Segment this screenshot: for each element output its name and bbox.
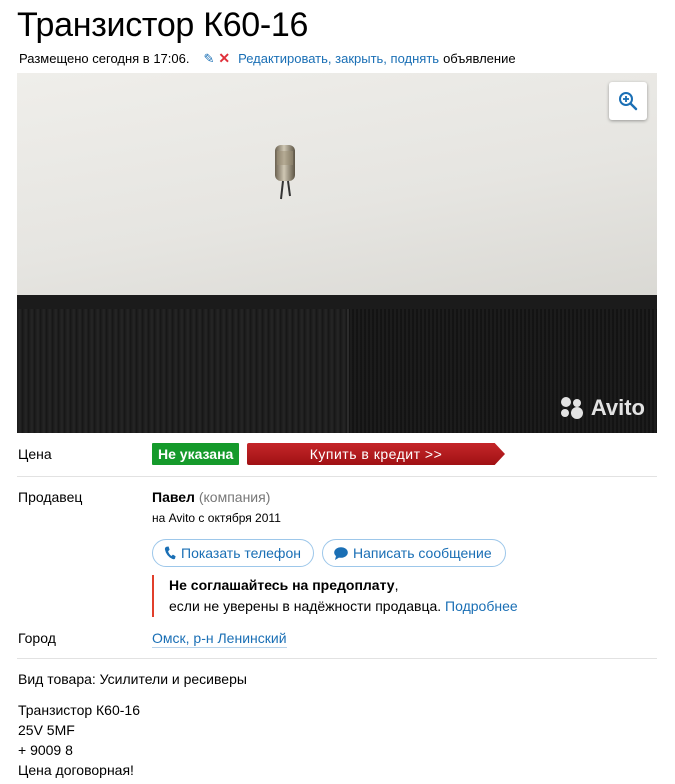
- edit-pencil-icon[interactable]: ✎: [203, 51, 214, 67]
- ad-word: объявление: [443, 51, 516, 66]
- warning-comma: ,: [394, 577, 399, 593]
- avito-logo-icon: [560, 397, 583, 419]
- product-category: Вид товара: Усилители и ресиверы: [18, 671, 247, 687]
- write-message-button[interactable]: Написать сообщение: [322, 539, 506, 567]
- description-line: + 9009 8: [18, 742, 73, 758]
- show-phone-label: Показать телефон: [181, 545, 301, 561]
- phone-icon: [164, 546, 176, 560]
- price-label: Цена: [18, 446, 52, 462]
- edit-close-raise-link[interactable]: Редактировать, закрыть, поднять: [238, 51, 439, 66]
- placed-date: Размещено сегодня в 17:06.: [19, 51, 190, 66]
- description-line: Транзистор К60-16: [18, 702, 140, 718]
- write-message-label: Написать сообщение: [353, 545, 492, 561]
- seller-since: на Avito с октября 2011: [152, 511, 281, 525]
- city-link[interactable]: Омск, р-н Ленинский: [152, 630, 287, 648]
- prepayment-warning: Не соглашайтесь на предоплату, если не у…: [152, 575, 518, 617]
- seller-label: Продавец: [18, 489, 83, 505]
- seller-name[interactable]: Павел: [152, 489, 195, 505]
- close-x-icon[interactable]: ✕: [218, 50, 230, 67]
- photo-shelf-top: [17, 295, 657, 309]
- city-label: Город: [18, 630, 56, 646]
- buy-on-credit-button[interactable]: Купить в кредит >>: [247, 443, 505, 465]
- warning-bold: Не соглашайтесь на предоплату: [169, 577, 395, 593]
- divider: [17, 476, 657, 477]
- listing-photo[interactable]: Avito: [17, 73, 657, 433]
- description-line: Цена договорная!: [18, 762, 134, 778]
- more-details-link[interactable]: Подробнее: [445, 598, 518, 614]
- listing-meta: Размещено сегодня в 17:06. ✎ ✕ Редактиро…: [19, 50, 516, 67]
- show-phone-button[interactable]: Показать телефон: [152, 539, 314, 567]
- chat-bubble-icon: [334, 546, 348, 560]
- listing-title: Транзистор К60-16: [17, 6, 309, 44]
- zoom-button[interactable]: [609, 82, 647, 120]
- photo-wall: [17, 73, 657, 305]
- avito-watermark: Avito: [559, 395, 645, 421]
- seller-type: (компания): [198, 489, 271, 505]
- warning-text: если не уверены в надёжности продавца.: [169, 598, 442, 614]
- zoom-in-icon: [619, 92, 638, 111]
- description-line: 25V 5MF: [18, 722, 75, 738]
- watermark-text: Avito: [590, 395, 645, 420]
- seller-name-line: Павел (компания): [152, 489, 270, 505]
- capacitor-image: [275, 145, 295, 200]
- price-value-badge: Не указана: [152, 443, 240, 465]
- divider: [17, 658, 657, 659]
